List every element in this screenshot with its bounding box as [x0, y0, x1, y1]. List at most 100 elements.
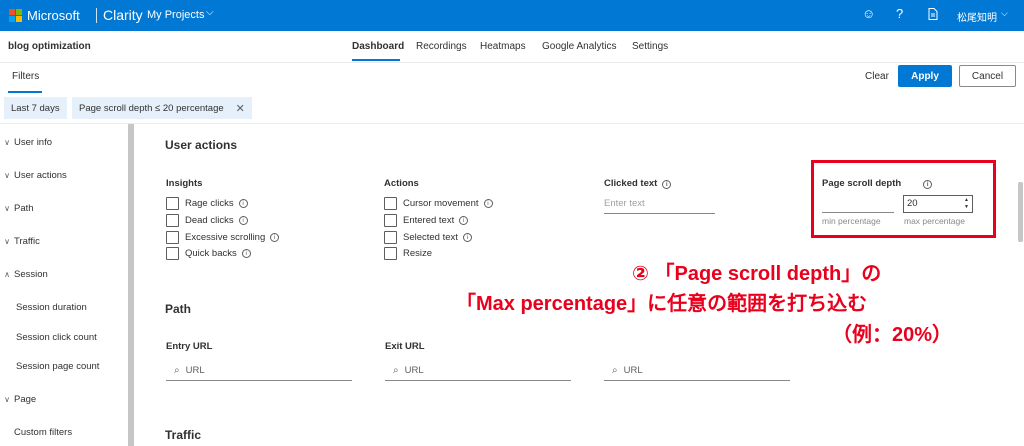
smiley-feedback-icon[interactable]: ☺	[862, 6, 875, 21]
user-chevron-down-icon[interactable]: ⌵	[1001, 8, 1008, 19]
checkbox[interactable]	[166, 214, 179, 227]
chevron-up-icon: ∧	[4, 270, 10, 279]
checkbox-dead-clicks[interactable]: Dead clicks i	[166, 214, 248, 227]
main-scrollbar[interactable]	[1018, 182, 1023, 242]
max-percentage-value: 20	[907, 198, 918, 209]
cancel-button[interactable]: Cancel	[959, 65, 1016, 87]
insights-heading: Insights	[166, 178, 203, 189]
info-icon[interactable]: i	[270, 233, 280, 242]
filter-chip-label: Last 7 days	[11, 102, 60, 114]
microsoft-logo-icon	[9, 9, 22, 22]
search-icon: ⌕	[174, 365, 180, 376]
checkbox-cursor-movement[interactable]: Cursor movement i	[384, 197, 493, 210]
spinner-arrows-icon[interactable]: ▲ ▼	[964, 197, 969, 211]
sidebar-item-session[interactable]: ∧ Session	[0, 269, 48, 280]
entry-url-label: Entry URL	[166, 341, 213, 352]
chevron-down-icon: ∨	[4, 204, 10, 213]
brand-name: Microsoft	[27, 8, 80, 23]
product-name[interactable]: Clarity	[103, 7, 143, 23]
info-icon[interactable]: i	[483, 199, 493, 208]
sidebar-item-traffic[interactable]: ∨ Traffic	[0, 236, 40, 247]
filter-chip-date[interactable]: Last 7 days	[4, 97, 67, 119]
sidebar-subitem-session-duration[interactable]: Session duration	[16, 302, 87, 313]
chips-divider	[0, 123, 1024, 124]
document-icon[interactable]	[928, 8, 938, 23]
min-percentage-input[interactable]	[822, 197, 894, 213]
max-percentage-input[interactable]: 20 ▲ ▼	[903, 195, 973, 213]
info-icon[interactable]: i	[662, 180, 672, 189]
actions-heading: Actions	[384, 178, 419, 189]
tab-dashboard[interactable]: Dashboard	[352, 41, 404, 52]
clear-button[interactable]: Clear	[863, 67, 891, 85]
checkbox[interactable]	[384, 231, 397, 244]
sidebar-item-user-info[interactable]: ∨ User info	[0, 137, 52, 148]
filters-underline	[8, 91, 42, 93]
header-divider	[0, 62, 1024, 63]
filters-title: Filters	[12, 71, 40, 82]
apply-button[interactable]: Apply	[898, 65, 952, 87]
project-name: blog optimization	[8, 41, 91, 52]
info-icon[interactable]: i	[238, 216, 248, 225]
checkbox[interactable]	[166, 247, 179, 260]
my-projects-menu[interactable]: My Projects	[147, 9, 204, 21]
active-tab-indicator	[352, 59, 400, 61]
search-icon: ⌕	[612, 365, 618, 376]
annotation-line-3: （例：20%）	[832, 324, 953, 346]
checkbox[interactable]	[384, 197, 397, 210]
filter-chip-scroll-depth[interactable]: Page scroll depth ≤ 20 percentage ✕	[72, 97, 252, 119]
user-name[interactable]: 松尾知明	[957, 9, 997, 24]
section-title-user-actions: User actions	[165, 138, 238, 152]
min-percentage-label: min percentage	[822, 216, 881, 226]
brand-divider	[96, 8, 97, 23]
entry-url-input[interactable]: ⌕ URL	[166, 361, 352, 381]
sidebar-item-user-actions[interactable]: ∨ User actions	[0, 170, 67, 181]
filter-sidebar: ∨ User info ∨ User actions ∨ Path ∨ Traffic …	[0, 124, 128, 446]
filter-chip-label: Page scroll depth ≤ 20 percentage	[79, 102, 224, 114]
chevron-down-icon: ∨	[4, 138, 10, 147]
info-icon[interactable]: i	[238, 199, 248, 208]
top-bar: Microsoft Clarity My Projects ⌵ ☺ ? 松尾知明…	[0, 0, 1024, 31]
checkbox-excessive-scrolling[interactable]: Excessive scrolling i	[166, 231, 280, 244]
checkbox[interactable]	[384, 247, 397, 260]
sidebar-subitem-session-click-count[interactable]: Session click count	[16, 332, 97, 343]
checkbox-selected-text[interactable]: Selected text i	[384, 231, 472, 244]
tab-google-analytics[interactable]: Google Analytics	[542, 41, 617, 52]
help-icon[interactable]: ?	[896, 6, 903, 21]
info-icon[interactable]: i	[241, 249, 251, 258]
exit-url-input[interactable]: ⌕ URL	[385, 361, 571, 381]
checkbox[interactable]	[384, 214, 397, 227]
tab-recordings[interactable]: Recordings	[416, 41, 467, 52]
checkbox-quick-backs[interactable]: Quick backs i	[166, 247, 251, 260]
chevron-down-icon: ∨	[4, 395, 10, 404]
clicked-text-heading: Clicked text i	[604, 178, 672, 189]
search-icon: ⌕	[393, 365, 399, 376]
annotation-line-1: ② 「Page scroll depth」の	[632, 263, 882, 285]
sidebar-item-path[interactable]: ∨ Path	[0, 203, 33, 214]
checkbox[interactable]	[166, 231, 179, 244]
sidebar-item-custom-filters[interactable]: Custom filters	[14, 427, 72, 438]
sidebar-item-page[interactable]: ∨ Page	[0, 394, 36, 405]
checkbox-resized[interactable]: Resized	[384, 247, 437, 260]
tab-heatmaps[interactable]: Heatmaps	[480, 41, 526, 52]
sidebar-scrollbar[interactable]	[128, 124, 134, 446]
checkbox[interactable]	[166, 197, 179, 210]
close-icon[interactable]: ✕	[236, 102, 245, 115]
clicked-text-input[interactable]: Enter text	[604, 194, 715, 214]
chevron-down-icon: ∨	[4, 171, 10, 180]
info-icon[interactable]: i	[923, 180, 933, 189]
annotation-line-2: 「Max percentage」に任意の範囲を打ち込む	[456, 293, 868, 315]
url-input[interactable]: ⌕ URL	[604, 361, 790, 381]
page-scroll-depth-heading: Page scroll depth i	[822, 178, 933, 189]
sidebar-subitem-session-page-count[interactable]: Session page count	[16, 361, 99, 372]
tab-settings[interactable]: Settings	[632, 41, 668, 52]
section-title-path: Path	[165, 302, 192, 316]
exit-url-label: Exit URL	[385, 341, 425, 352]
checkbox-entered-text[interactable]: Entered text i	[384, 214, 469, 227]
chevron-down-icon: ∨	[4, 237, 10, 246]
max-percentage-label: max percentage	[904, 216, 965, 226]
section-title-traffic: Traffic	[165, 428, 202, 442]
info-icon[interactable]: i	[462, 233, 472, 242]
checkbox-rage-clicks[interactable]: Rage clicks i	[166, 197, 248, 210]
chevron-down-icon[interactable]: ⌵	[206, 7, 214, 18]
info-icon[interactable]: i	[459, 216, 469, 225]
